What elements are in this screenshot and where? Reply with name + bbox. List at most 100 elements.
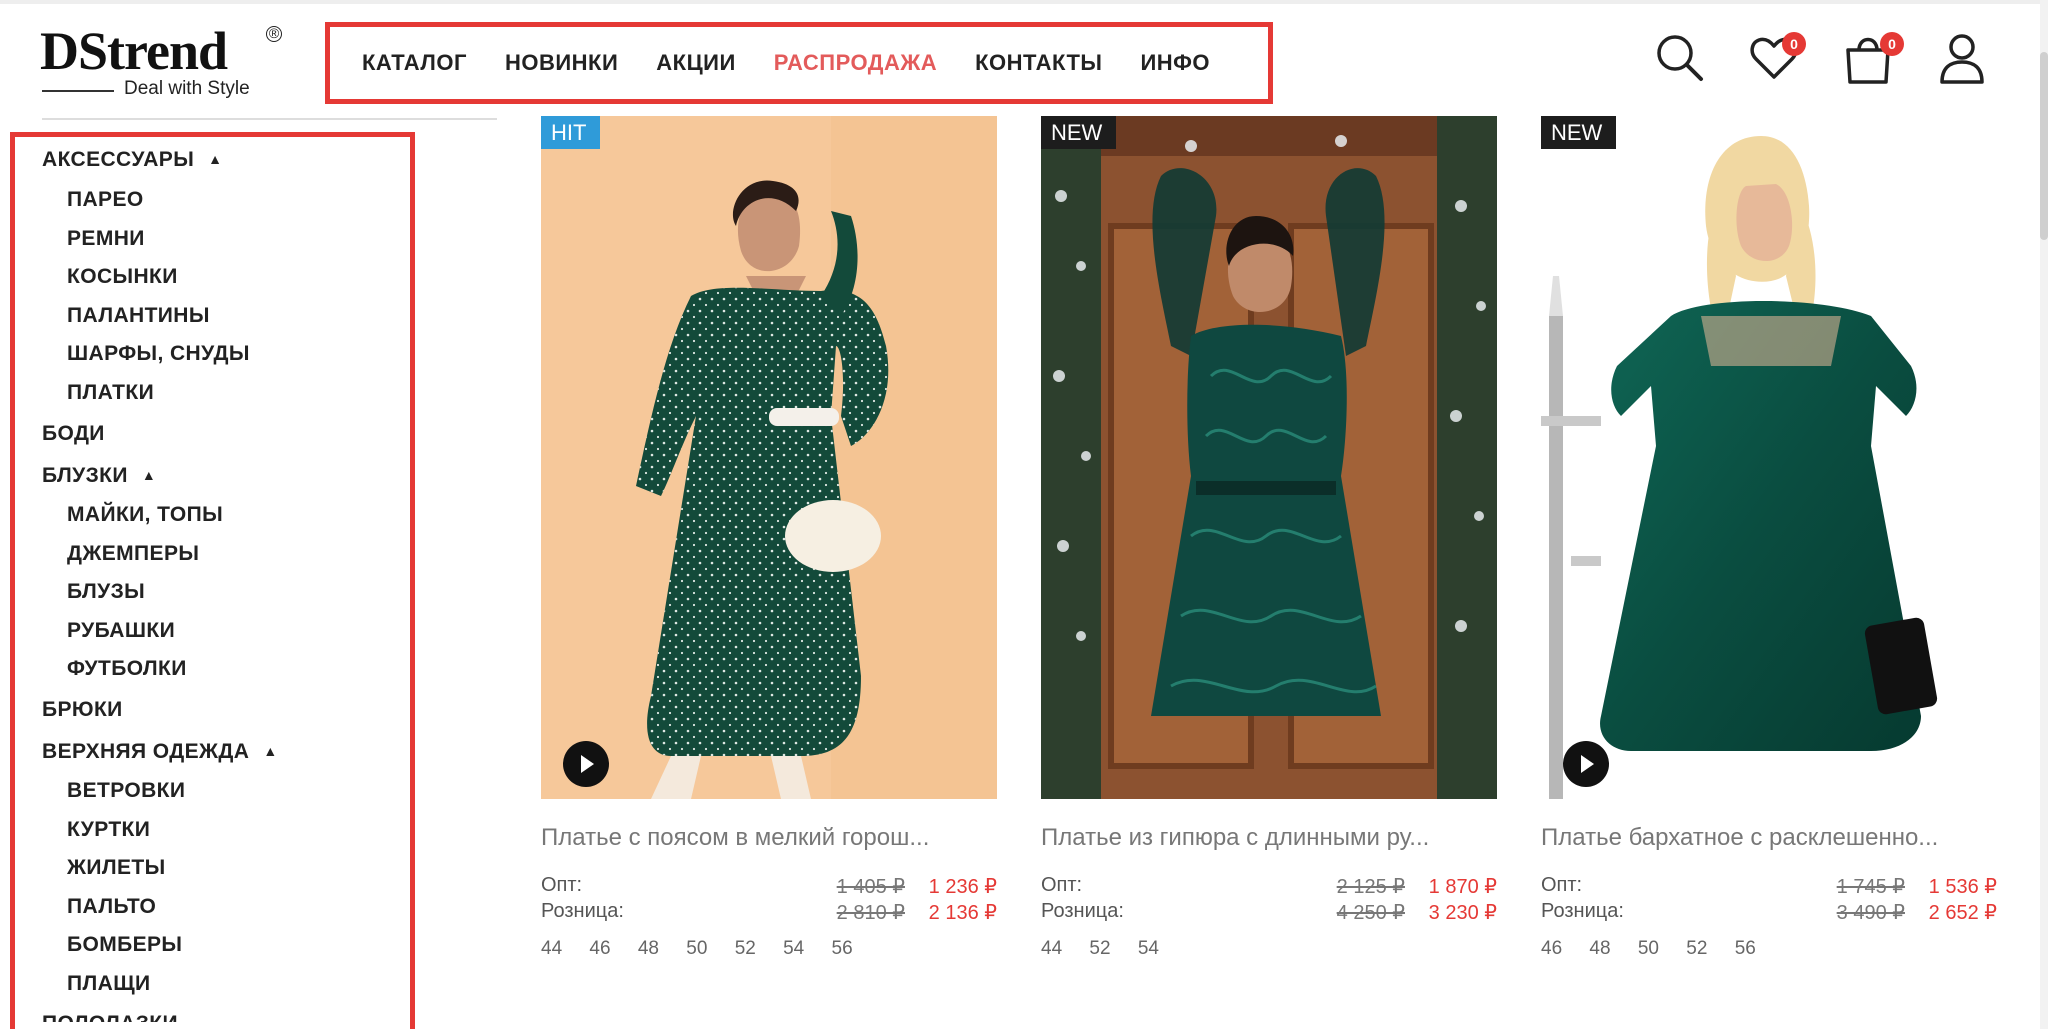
subcategory-shirts[interactable]: РУБАШКИ [67,619,175,643]
retail-label: Розница: [1041,900,1124,922]
size-option[interactable]: 52 [1686,938,1707,959]
size-option[interactable]: 44 [541,938,562,959]
size-option[interactable]: 46 [589,938,610,959]
nav-catalog[interactable]: КАТАЛОГ [362,50,467,76]
cart-count-badge: 0 [1880,32,1904,56]
subcategory-blouses[interactable]: БЛУЗЫ [67,580,145,604]
size-option[interactable]: 48 [1589,938,1610,959]
caret-up-icon: ▲ [208,151,223,167]
nav-sale[interactable]: РАСПРОДАЖА [774,50,937,76]
caret-up-icon: ▲ [263,743,278,759]
size-list: 44 46 48 50 52 54 56 [541,938,865,960]
wholesale-price: 1 536 ₽ [1928,876,1997,898]
nav-promotions[interactable]: АКЦИИ [656,50,736,76]
product-card: NEW Платье из гипюра с длинными ру... Оп… [1041,116,1497,976]
size-option[interactable]: 48 [638,938,659,959]
subcategory-vests[interactable]: ЖИЛЕТЫ [67,856,166,880]
size-option[interactable]: 54 [783,938,804,959]
size-list: 46 48 50 52 56 [1541,938,1768,960]
favorites-count-badge: 0 [1782,32,1806,56]
page-scrollbar[interactable] [2040,0,2048,1029]
size-option[interactable]: 56 [832,938,853,959]
wholesale-label: Опт: [1041,874,1083,896]
category-accessories[interactable]: АКСЕССУАРЫ ▲ [42,148,222,172]
retail-old-price: 3 490 ₽ [1836,902,1905,924]
caret-up-icon: ▲ [141,467,157,483]
nav-contacts[interactable]: КОНТАКТЫ [975,50,1102,76]
logo-brand: DStrend [40,21,228,81]
subcategory-tops[interactable]: МАЙКИ, ТОПЫ [67,503,223,527]
subcategory-stoles[interactable]: ПАЛАНТИНЫ [67,304,210,328]
nav-info[interactable]: ИНФО [1140,50,1210,76]
category-bodysuits[interactable]: БОДИ [42,422,105,446]
size-option[interactable]: 44 [1041,938,1062,959]
retail-label: Розница: [541,900,624,922]
nav-new[interactable]: НОВИНКИ [505,50,618,76]
logo-rule [42,90,114,92]
page: DStrend ® Deal with Style КАТАЛОГ НОВИНК… [0,0,2048,1029]
subcategory-belts[interactable]: РЕМНИ [67,227,145,251]
subcategory-shawls[interactable]: ПЛАТКИ [67,381,154,405]
registered-mark: ® [266,26,282,42]
retail-price: 2 652 ₽ [1928,902,1997,924]
dress-photo [1541,116,1997,799]
size-list: 44 52 54 [1041,938,1171,960]
product-name[interactable]: Платье бархатное с расклешенно... [1541,824,1938,852]
retail-price: 3 230 ₽ [1428,902,1497,924]
product-image[interactable]: NEW [1041,116,1497,799]
site-header: DStrend ® Deal with Style КАТАЛОГ НОВИНК… [0,0,2048,116]
subcategory-coats[interactable]: ПАЛЬТО [67,895,156,919]
product-tag-hit: HIT [541,116,601,149]
category-trousers[interactable]: БРЮКИ [42,698,123,722]
size-option[interactable]: 52 [1089,938,1110,959]
dress-photo [541,116,997,799]
play-video-icon[interactable] [563,741,609,787]
subcategory-windbreakers[interactable]: ВЕТРОВКИ [67,779,185,803]
favorites-button[interactable]: 0 [1748,32,1806,84]
wholesale-label: Опт: [1541,874,1583,896]
wholesale-label: Опт: [541,874,583,896]
size-option[interactable]: 46 [1541,938,1562,959]
sidebar-mask [15,1022,410,1029]
play-video-icon[interactable] [1563,741,1609,787]
subcategory-pareo[interactable]: ПАРЕО [67,188,144,212]
subcategory-kerchiefs[interactable]: КОСЫНКИ [67,265,178,289]
wholesale-old-price: 1 405 ₽ [836,876,905,898]
size-option[interactable]: 54 [1138,938,1159,959]
product-name[interactable]: Платье из гипюра с длинными ру... [1041,824,1429,852]
category-outerwear[interactable]: ВЕРХНЯЯ ОДЕЖДА ▲ [42,740,278,764]
product-card: HIT Платье с поясом в мелкий горош... Оп… [541,116,997,976]
category-label: БЛУЗКИ [42,464,128,487]
subcategory-tshirts[interactable]: ФУТБОЛКИ [67,657,187,681]
subcategory-bombers[interactable]: БОМБЕРЫ [67,933,182,957]
subcategory-jumpers[interactable]: ДЖЕМПЕРЫ [67,542,199,566]
logo[interactable]: DStrend ® Deal with Style [40,24,290,104]
size-option[interactable]: 50 [1638,938,1659,959]
product-name[interactable]: Платье с поясом в мелкий горош... [541,824,929,852]
size-option[interactable]: 56 [1735,938,1756,959]
category-blouses[interactable]: БЛУЗКИ ▲ [42,464,156,488]
sidebar-divider [42,118,497,120]
user-icon[interactable] [1936,32,1988,84]
subcategory-raincoats[interactable]: ПЛАЩИ [67,972,151,996]
size-option[interactable]: 52 [735,938,756,959]
search-icon[interactable] [1654,32,1706,84]
wholesale-price: 1 236 ₽ [928,876,997,898]
cart-button[interactable]: 0 [1842,32,1904,84]
retail-label: Розница: [1541,900,1624,922]
wholesale-old-price: 1 745 ₽ [1836,876,1905,898]
main-nav: КАТАЛОГ НОВИНКИ АКЦИИ РАСПРОДАЖА КОНТАКТ… [325,22,1273,104]
logo-tagline: Deal with Style [124,78,250,99]
product-card: NEW Платье бархатное с расклешенно... Оп… [1541,116,1997,976]
size-option[interactable]: 50 [686,938,707,959]
wholesale-old-price: 2 125 ₽ [1336,876,1405,898]
subcategory-scarves[interactable]: ШАРФЫ, СНУДЫ [67,342,250,366]
subcategory-jackets[interactable]: КУРТКИ [67,818,150,842]
scrollbar-thumb[interactable] [2040,52,2048,240]
product-image[interactable]: HIT [541,116,997,799]
wholesale-price: 1 870 ₽ [1428,876,1497,898]
product-tag-new: NEW [1541,116,1617,149]
category-label: АКСЕССУАРЫ [42,148,195,171]
dress-photo [1041,116,1497,799]
product-image[interactable]: NEW [1541,116,1997,799]
